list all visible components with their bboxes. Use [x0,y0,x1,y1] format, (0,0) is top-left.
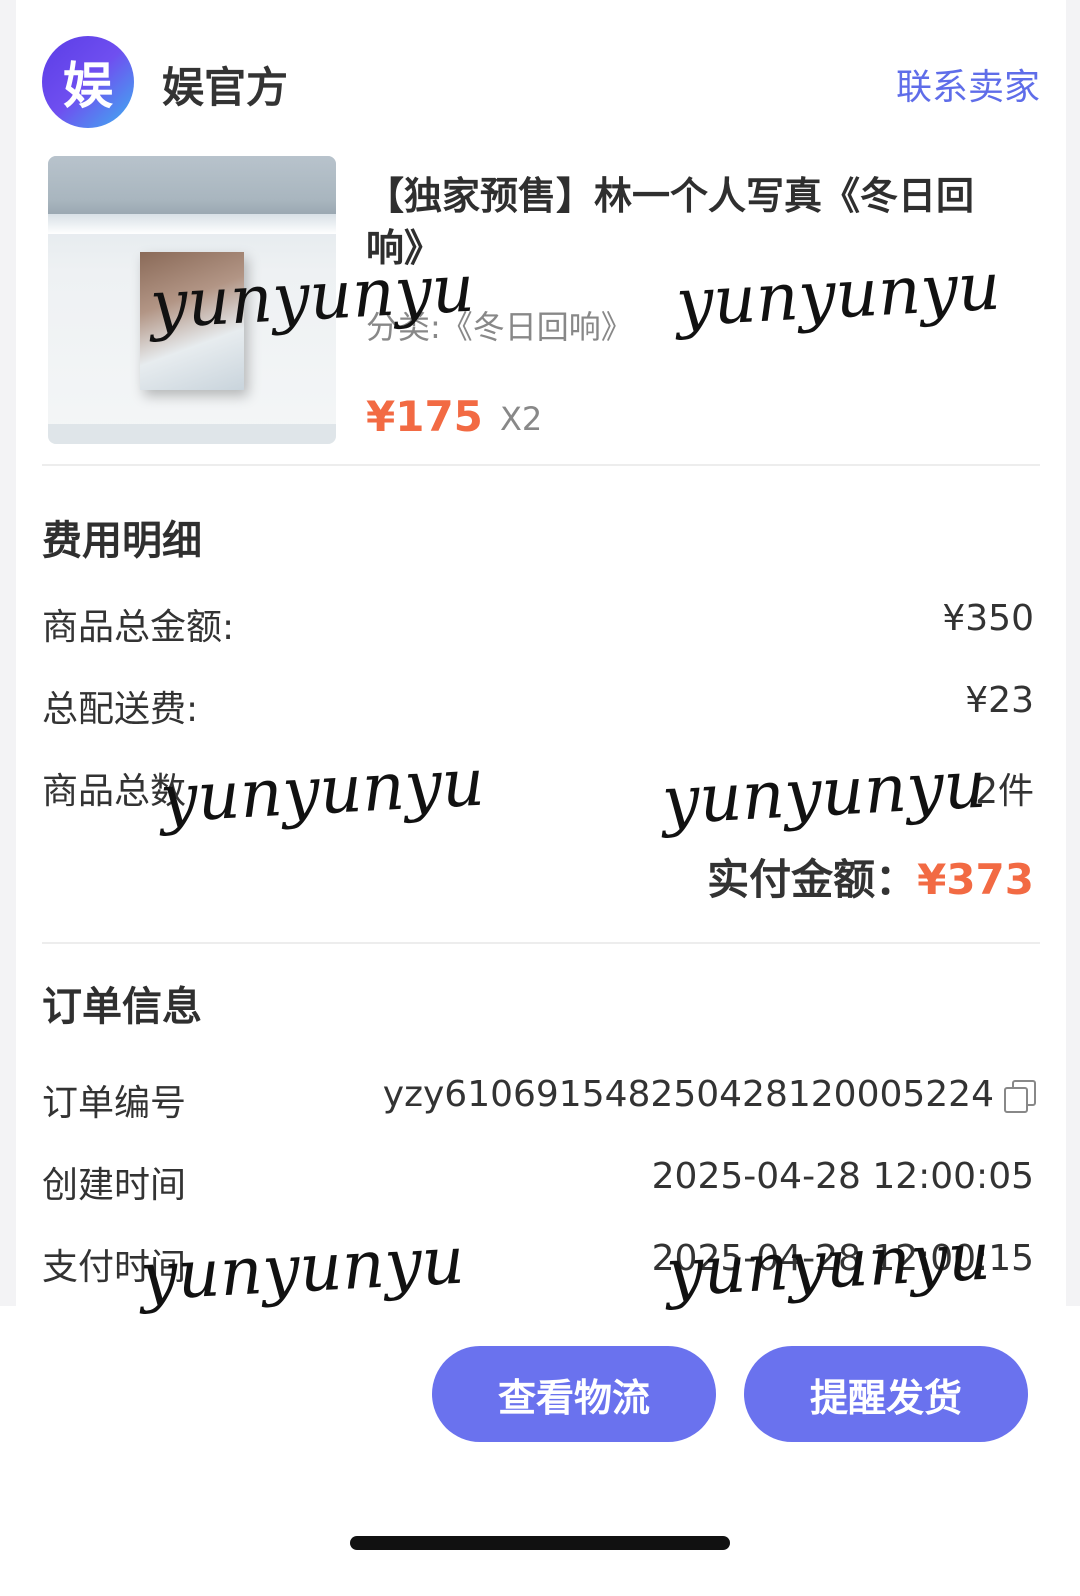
amount-paid: 实付金额：¥373 [707,846,1034,907]
order-number: yzy610691548250428120005224 [382,1074,994,1115]
order-value-number: yzy610691548250428120005224 [382,1074,1036,1115]
shop-header: 娱 娱官方 联系卖家 [42,36,1040,128]
shop-logo[interactable]: 娱 [42,36,134,128]
copy-icon[interactable] [1004,1080,1036,1113]
fee-section-title: 费用明细 [42,518,202,564]
divider [42,464,1040,466]
remind-shipping-button[interactable]: 提醒发货 [744,1346,1028,1442]
fee-label-goods-total: 商品总金额: [42,607,235,648]
contact-seller-link[interactable]: 联系卖家 [896,58,1040,110]
shop-name[interactable]: 娱官方 [162,54,288,115]
order-value-created: 2025-04-28 12:00:05 [651,1156,1034,1197]
product-quantity: X2 [500,400,543,438]
thumbnail-footer [48,424,336,444]
view-logistics-button[interactable]: 查看物流 [432,1346,716,1442]
fee-value-goods-total: ¥350 [942,598,1034,639]
order-section-title: 订单信息 [42,984,202,1030]
product-price: ¥175 [366,392,483,441]
thumbnail-snow [48,214,336,234]
home-indicator [350,1536,730,1550]
bottom-action-bar: 查看物流 提醒发货 [0,1306,1080,1596]
fee-value-shipping: ¥23 [965,680,1034,721]
fee-label-shipping: 总配送费: [42,689,199,730]
order-card: 娱 娱官方 联系卖家 【独家预售】林一个人写真《冬日回响》 分类:《冬日回响》 … [16,0,1066,1330]
amount-paid-value: ¥373 [917,855,1034,904]
order-label-number: 订单编号 [42,1083,187,1124]
order-label-created: 创建时间 [42,1165,187,1206]
divider [42,942,1040,944]
amount-paid-label: 实付金额： [707,855,918,904]
